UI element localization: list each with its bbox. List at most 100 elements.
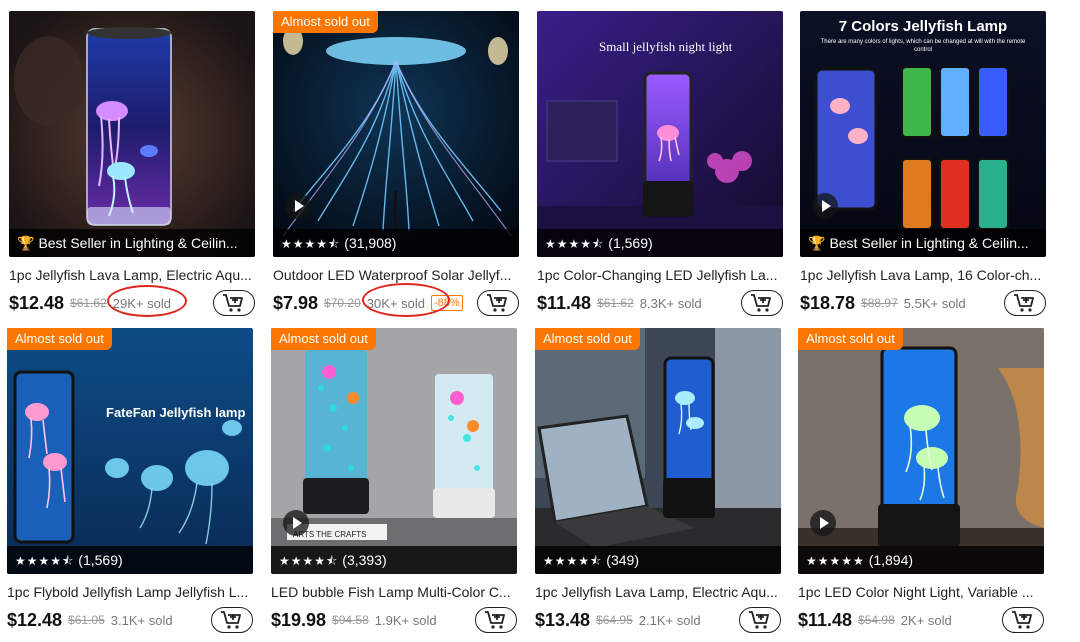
product-image[interactable]: Almost sold out FateFan Jellyfish lamp ★… — [7, 328, 253, 574]
rating-bar: ★★★★⯪ (3,393) — [271, 546, 517, 574]
best-seller-label: Best Seller in Lighting & Ceilin... — [829, 235, 1029, 251]
price: $13.48 — [535, 609, 591, 630]
product-image[interactable]: Almost sold out ★★★★★ (1,894) — [798, 328, 1044, 574]
add-to-cart-icon — [749, 611, 769, 629]
add-to-cart-button[interactable] — [739, 607, 781, 633]
product-title[interactable]: 1pc Color-Changing LED Jellyfish La... — [537, 266, 783, 284]
best-seller-label: Best Seller in Lighting & Ceilin... — [38, 235, 238, 251]
price: $12.48 — [7, 609, 63, 630]
sold-count: 2.1K+ sold — [638, 612, 701, 628]
original-price: $70.20 — [324, 296, 361, 310]
almost-sold-out-badge: Almost sold out — [273, 11, 378, 33]
sold-count: 30K+ sold — [366, 295, 425, 311]
add-to-cart-icon — [1014, 294, 1034, 312]
product-title[interactable]: Outdoor LED Waterproof Solar Jellyf... — [273, 266, 519, 284]
add-to-cart-button[interactable] — [475, 607, 517, 633]
product-photo — [7, 328, 253, 574]
add-to-cart-icon — [485, 611, 505, 629]
product-photo — [535, 328, 781, 574]
image-subtext: There are many colors of lights, which c… — [820, 39, 1026, 53]
sold-count: 5.5K+ sold — [903, 295, 966, 311]
rating-bar: ★★★★★ (1,894) — [798, 546, 1044, 574]
product-photo — [9, 11, 255, 257]
original-price: $54.98 — [858, 613, 895, 627]
add-to-cart-button[interactable] — [477, 290, 519, 316]
play-icon[interactable] — [285, 193, 311, 219]
add-to-cart-icon — [221, 611, 241, 629]
price: $12.48 — [9, 292, 65, 313]
rating-count: (349) — [606, 552, 639, 568]
play-icon[interactable] — [810, 510, 836, 536]
rating-bar: ★★★★⯪ (1,569) — [537, 229, 783, 257]
star-rating-icon: ★★★★⯪ — [281, 237, 341, 251]
product-title[interactable]: 1pc Jellyfish Lava Lamp, Electric Aqu... — [535, 583, 781, 601]
product-card[interactable]: Almost sold out ★★★★⯪ (31,908) Outdoor L… — [273, 11, 519, 316]
add-to-cart-icon — [487, 294, 507, 312]
rating-count: (1,569) — [78, 552, 123, 568]
product-image[interactable]: Almost sold out ARTS THE CRAFTS ★★★★⯪ (3… — [271, 328, 517, 574]
image-headline: 7 Colors Jellyfish Lamp — [838, 18, 1008, 35]
add-to-cart-button[interactable] — [741, 290, 783, 316]
play-icon[interactable] — [283, 510, 309, 536]
sold-count: 8.3K+ sold — [639, 295, 702, 311]
product-card[interactable]: Almost sold out ARTS THE CRAFTS ★★★★⯪ (3… — [271, 328, 517, 633]
add-to-cart-button[interactable] — [213, 290, 255, 316]
trophy-icon: 🏆 — [808, 235, 826, 251]
star-rating-icon: ★★★★★ — [806, 554, 865, 568]
price-row: $19.98 $94.58 1.9K+ sold — [271, 607, 517, 633]
product-image[interactable]: 7 Colors Jellyfish Lamp There are many c… — [800, 11, 1046, 257]
original-price: $61.62 — [597, 296, 634, 310]
price: $19.98 — [271, 609, 327, 630]
price-row: $11.48 $61.62 8.3K+ sold — [537, 290, 783, 316]
product-title[interactable]: 1pc Jellyfish Lava Lamp, Electric Aqu... — [9, 266, 255, 284]
product-card[interactable]: Almost sold out ★★★★⯪ (349) 1pc Jellyfis… — [535, 328, 781, 633]
add-to-cart-button[interactable] — [1004, 290, 1046, 316]
product-image[interactable]: Almost sold out ★★★★⯪ (349) — [535, 328, 781, 574]
sold-count: 29K+ sold — [112, 295, 171, 311]
product-card[interactable]: Almost sold out FateFan Jellyfish lamp ★… — [7, 328, 253, 633]
product-image[interactable]: Small jellyfish night light ★★★★⯪ (1,569… — [537, 11, 783, 257]
original-price: $94.58 — [332, 613, 369, 627]
price-row: $13.48 $64.95 2.1K+ sold — [535, 607, 781, 633]
add-to-cart-button[interactable] — [211, 607, 253, 633]
product-title[interactable]: 1pc LED Color Night Light, Variable ... — [798, 583, 1044, 601]
price: $7.98 — [273, 292, 319, 313]
price: $11.48 — [798, 609, 853, 630]
trophy-icon: 🏆 — [17, 235, 35, 251]
star-rating-icon: ★★★★⯪ — [279, 554, 339, 568]
product-image[interactable]: 🏆 Best Seller in Lighting & Ceilin... — [9, 11, 255, 257]
sold-count: 2K+ sold — [900, 612, 952, 628]
product-photo — [798, 328, 1044, 574]
almost-sold-out-badge: Almost sold out — [798, 328, 903, 350]
rating-count: (3,393) — [342, 552, 387, 568]
product-card[interactable]: 🏆 Best Seller in Lighting & Ceilin... 1pc… — [9, 11, 255, 316]
product-card[interactable]: 7 Colors Jellyfish Lamp There are many c… — [800, 11, 1046, 316]
original-price: $88.97 — [861, 296, 898, 310]
sold-count: 3.1K+ sold — [110, 612, 173, 628]
add-to-cart-icon — [223, 294, 243, 312]
rating-bar: ★★★★⯪ (1,569) — [7, 546, 253, 574]
add-to-cart-button[interactable] — [1002, 607, 1044, 633]
add-to-cart-icon — [751, 294, 771, 312]
rating-count: (1,569) — [608, 235, 653, 251]
product-title[interactable]: 1pc Jellyfish Lava Lamp, 16 Color-ch... — [800, 266, 1046, 284]
rating-count: (31,908) — [344, 235, 397, 251]
discount-badge: -88% — [430, 295, 463, 311]
product-card[interactable]: Almost sold out ★★★★★ (1,894) 1pc LED Co… — [798, 328, 1044, 633]
price-row: $12.48 $61.62 29K+ sold — [9, 290, 255, 316]
product-title[interactable]: 1pc Flybold Jellyfish Lamp Jellyfish L..… — [7, 583, 253, 601]
play-icon[interactable] — [812, 193, 838, 219]
rating-count: (1,894) — [868, 552, 914, 568]
product-title[interactable]: LED bubble Fish Lamp Multi-Color C... — [271, 583, 517, 601]
almost-sold-out-badge: Almost sold out — [7, 328, 112, 350]
product-card[interactable]: Small jellyfish night light ★★★★⯪ (1,569… — [537, 11, 783, 316]
almost-sold-out-badge: Almost sold out — [271, 328, 376, 350]
price-row: $7.98 $70.20 30K+ sold -88% — [273, 290, 519, 316]
add-to-cart-icon — [1012, 611, 1032, 629]
product-image[interactable]: Almost sold out ★★★★⯪ (31,908) — [273, 11, 519, 257]
original-price: $61.05 — [68, 613, 105, 627]
price-row: $12.48 $61.05 3.1K+ sold — [7, 607, 253, 633]
star-rating-icon: ★★★★⯪ — [545, 237, 605, 251]
price-row: $18.78 $88.97 5.5K+ sold — [800, 290, 1046, 316]
rating-bar: ★★★★⯪ (349) — [535, 546, 781, 574]
